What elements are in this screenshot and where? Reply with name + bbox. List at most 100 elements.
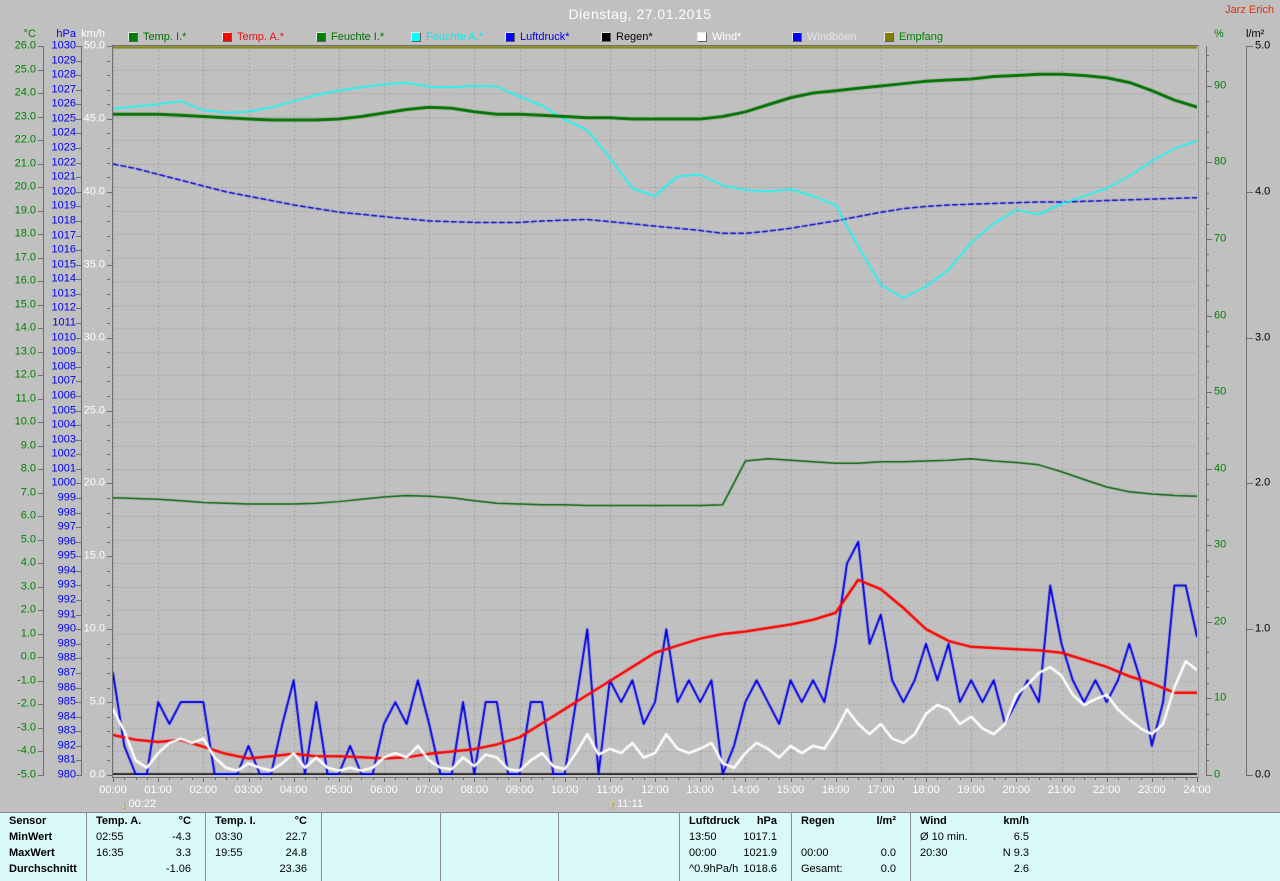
legend-item-temp-i-[interactable]: Temp. I.* <box>128 31 186 43</box>
axis-label-hPa: 991 <box>40 609 76 620</box>
time-minor-tick <box>249 777 250 780</box>
cell-value: 1021.9 <box>743 845 777 861</box>
time-minor-tick <box>1016 777 1017 780</box>
column-name: Temp. A. <box>96 813 141 829</box>
table-cell-row <box>441 845 558 861</box>
cell-time: 20:30 <box>920 845 948 861</box>
axis-line-l/m² <box>1246 46 1247 776</box>
axis-minor-tick-% <box>1206 576 1209 577</box>
axis-title-%: % <box>1214 28 1242 40</box>
legend-swatch-icon <box>222 32 232 42</box>
axis-minor-tick-% <box>1206 683 1209 684</box>
page-title: Dienstag, 27.01.2015 <box>0 6 1280 22</box>
table-column-Wind: Windkm/hØ 10 min.6.520:30N 9.32.6 <box>911 813 1280 881</box>
legend-label: Empfang <box>899 31 943 43</box>
axis-tick-l/m² <box>1246 338 1253 339</box>
axis-label-km/h: 5.0 <box>70 697 105 708</box>
event-marker-00-22: ↓00:22 <box>121 797 157 811</box>
cell-value: -1.06 <box>166 861 191 877</box>
axis-minor-tick-% <box>1206 438 1209 439</box>
time-label-6: 06:00 <box>362 784 406 796</box>
legend-item-windb-en[interactable]: Windböen <box>792 31 857 43</box>
legend-item-feuchte-i-[interactable]: Feuchte I.* <box>316 31 384 43</box>
axis-minor-tick-km/h <box>107 454 110 455</box>
time-minor-tick <box>553 777 554 780</box>
cell-value: 24.8 <box>286 845 307 861</box>
axis-label-hPa: 1016 <box>40 245 76 256</box>
axis-minor-tick-km/h <box>107 338 110 339</box>
axis-label-°C: 1.0 <box>0 628 36 639</box>
summary-table: SensorMinWertMaxWertDurchschnittTemp. A.… <box>0 812 1280 881</box>
cell-value: 3.3 <box>176 845 191 861</box>
axis-label-km/h: 25.0 <box>70 405 105 416</box>
axis-minor-tick-km/h <box>107 425 110 426</box>
axis-minor-tick-% <box>1206 162 1209 163</box>
legend-item-regen-[interactable]: Regen* <box>601 31 653 43</box>
axis-tick-hPa <box>76 381 82 382</box>
axis-minor-tick-% <box>1206 714 1209 715</box>
axis-tick-hPa <box>76 250 82 251</box>
axis-label-km/h: 0.0 <box>70 770 105 781</box>
axis-label-hPa: 1028 <box>40 70 76 81</box>
axis-minor-tick-% <box>1206 760 1209 761</box>
axis-minor-tick-% <box>1206 622 1209 623</box>
legend-item-empfang[interactable]: Empfang <box>884 31 943 43</box>
axis-minor-tick-km/h <box>107 688 110 689</box>
time-minor-tick <box>813 777 814 780</box>
axis-minor-tick-% <box>1206 499 1209 500</box>
time-minor-tick <box>1095 777 1096 780</box>
legend-item-luftdruck-[interactable]: Luftdruck* <box>505 31 570 43</box>
time-minor-tick <box>971 777 972 780</box>
time-minor-tick <box>1073 777 1074 780</box>
axis-minor-tick-km/h <box>107 673 110 674</box>
axis-minor-tick-% <box>1206 652 1209 653</box>
time-minor-tick <box>644 777 645 780</box>
axis-label-%: 70 <box>1214 233 1242 244</box>
axis-label-hPa: 1003 <box>40 434 76 445</box>
time-label-20: 20:00 <box>994 784 1038 796</box>
axis-label-hPa: 992 <box>40 595 76 606</box>
axis-tick-hPa <box>76 527 82 528</box>
axis-tick-hPa <box>76 367 82 368</box>
axis-label-hPa: 1023 <box>40 143 76 154</box>
table-cell-row <box>441 861 558 877</box>
time-minor-tick <box>136 777 137 780</box>
axis-label-°C: 12.0 <box>0 370 36 381</box>
table-column-empty-4 <box>559 813 680 881</box>
table-column-header <box>441 813 558 829</box>
axis-title-km/h: km/h <box>70 28 105 40</box>
axis-minor-tick-% <box>1206 361 1209 362</box>
axis-minor-tick-% <box>1206 423 1209 424</box>
table-column-header <box>559 813 679 829</box>
legend-item-wind-[interactable]: Wind* <box>697 31 741 43</box>
time-minor-tick <box>565 777 566 780</box>
legend-item-temp-a-[interactable]: Temp. A.* <box>222 31 284 43</box>
time-minor-tick <box>949 777 950 780</box>
time-minor-tick <box>339 777 340 780</box>
axis-minor-tick-km/h <box>107 760 110 761</box>
weather-plot-canvas <box>113 46 1197 775</box>
axis-minor-tick-% <box>1206 775 1209 776</box>
event-marker-11-11: ↑11:11 <box>609 797 643 811</box>
axis-label-km/h: 15.0 <box>70 551 105 562</box>
axis-label-km/h: 30.0 <box>70 332 105 343</box>
axis-label-hPa: 1008 <box>40 361 76 372</box>
axis-minor-tick-% <box>1206 591 1209 592</box>
axis-label-hPa: 1021 <box>40 172 76 183</box>
time-minor-tick <box>621 777 622 780</box>
table-header-sensor: Sensor <box>9 813 46 829</box>
axis-tick-l/m² <box>1246 483 1253 484</box>
time-minor-tick <box>294 777 295 780</box>
time-minor-tick <box>915 777 916 780</box>
time-minor-tick <box>711 777 712 780</box>
axis-label-°C: 26.0 <box>0 41 36 52</box>
axis-minor-tick-km/h <box>107 221 110 222</box>
legend-item-feuchte-a-[interactable]: Feuchte A.* <box>411 31 483 43</box>
table-cell-row: 13:501017.1 <box>680 829 791 845</box>
cell-time: 00:00 <box>689 845 717 861</box>
table-column-Luftdruck: LuftdruckhPa13:501017.100:001021.9^0.9hP… <box>680 813 792 881</box>
time-minor-tick <box>1152 777 1153 780</box>
axis-minor-tick-km/h <box>107 702 110 703</box>
axis-tick-hPa <box>76 279 82 280</box>
axis-label-°C: 25.0 <box>0 64 36 75</box>
